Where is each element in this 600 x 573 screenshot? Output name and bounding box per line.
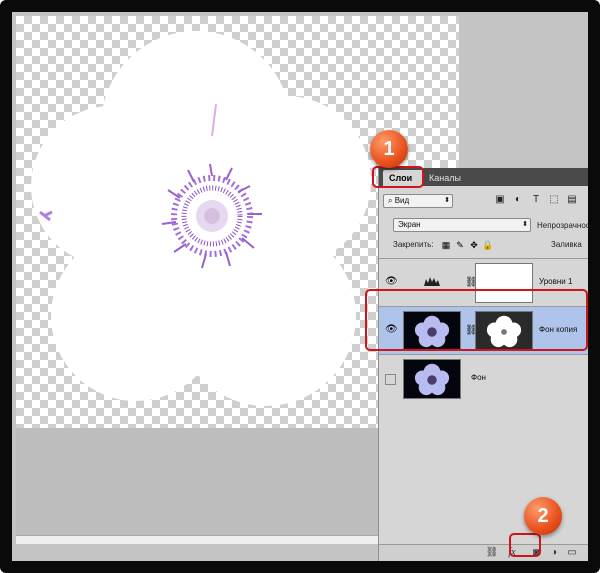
lock-icons: ▦ ✎ ✥ 🔒 [439, 240, 495, 251]
callout-badge-2: 2 [524, 497, 562, 535]
adjustment-layer-icon[interactable]: ◑ [547, 547, 561, 558]
shape-filter-icon[interactable]: ⬚ [547, 194, 561, 206]
filter-kind-select[interactable]: ⌕ Вид ⬍ [383, 194, 453, 208]
lock-transparency-icon[interactable]: ▦ [439, 240, 453, 251]
visibility-toggle[interactable] [385, 374, 396, 385]
highlight-add-mask-button [509, 533, 541, 557]
fill-label: Заливка [551, 240, 582, 249]
folder-icon[interactable]: ▭ [565, 547, 579, 558]
pixel-filter-icon[interactable]: ▣ [493, 194, 507, 206]
smart-object-filter-icon[interactable]: ▤ [565, 194, 579, 206]
panel-footer: ⛓ fx ◙ ◑ ▭ [379, 544, 588, 561]
link-icon[interactable]: ⛓ [485, 547, 499, 558]
callout-badge-1: 1 [370, 130, 408, 168]
chevron-down-icon: ⬍ [522, 221, 528, 228]
highlight-layers-tab [372, 166, 424, 188]
chevron-down-icon: ⬍ [444, 197, 450, 204]
workspace: Слои Каналы ⌕ Вид ⬍ ▣ ◐ T ⬚ ▤ Экран ⬍ Непроз… [12, 12, 588, 561]
filter-row: ⌕ Вид ⬍ ▣ ◐ T ⬚ ▤ [383, 192, 587, 210]
type-filter-icon[interactable]: T [529, 194, 543, 206]
lock-label: Закрепить: [393, 240, 434, 249]
lock-all-icon[interactable]: 🔒 [481, 240, 495, 251]
filter-icons: ▣ ◐ T ⬚ ▤ [493, 194, 583, 206]
eye-icon[interactable]: 👁 [385, 277, 398, 287]
layer-name: Уровни 1 [539, 277, 573, 286]
opacity-label: Непрозрачность: [537, 221, 588, 230]
highlight-selected-layer [365, 289, 588, 351]
tab-channels[interactable]: Каналы [423, 170, 471, 186]
lock-row: Закрепить: ▦ ✎ ✥ 🔒 Заливка [393, 240, 588, 252]
lock-paint-icon[interactable]: ✎ [453, 240, 467, 251]
lock-position-icon[interactable]: ✥ [467, 240, 481, 251]
layer-name: Фон [471, 373, 486, 382]
blend-mode-select[interactable]: Экран ⬍ [393, 218, 531, 232]
layer-thumbnail[interactable] [403, 359, 461, 399]
adjustment-filter-icon[interactable]: ◐ [511, 194, 525, 206]
layer-row-background[interactable]: Фон [379, 354, 588, 402]
search-icon: ⌕ [388, 196, 395, 205]
levels-icon [424, 277, 440, 286]
blend-mode-label: Экран [398, 220, 421, 229]
filter-kind-label: Вид [394, 196, 410, 205]
